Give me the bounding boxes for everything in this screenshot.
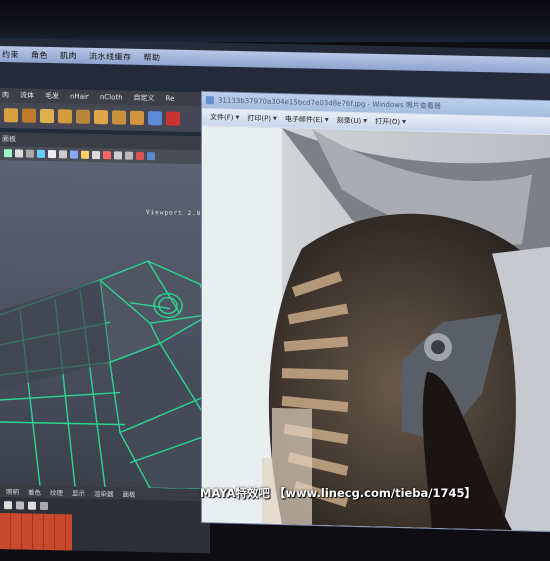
view-tool-icon[interactable]: [70, 150, 78, 159]
shelf-tool-icon[interactable]: [40, 108, 54, 124]
maya-shelf: [0, 102, 214, 133]
play-icon[interactable]: [4, 501, 12, 510]
viewer-menu-file-label: 文件(F): [210, 113, 234, 122]
shelf-tool-icon[interactable]: [148, 111, 162, 126]
maya-menubar: 约束 角色 肌肉 流水线缓存 帮助: [0, 46, 550, 74]
panel-menu-texturing[interactable]: 纹理: [50, 487, 63, 497]
viewer-menu-print[interactable]: 打印(P) ▼: [247, 113, 277, 124]
shelf-tab-ncloth[interactable]: nCloth: [100, 93, 123, 101]
view-tool-icon[interactable]: [48, 150, 56, 159]
shelf-tab-custom[interactable]: 自定义: [134, 93, 155, 103]
view-tool-icon[interactable]: [136, 151, 144, 161]
shelf-tool-icon[interactable]: [4, 108, 18, 123]
view-tool-icon[interactable]: [37, 149, 45, 158]
menu-help[interactable]: 帮助: [144, 52, 161, 63]
chevron-down-icon: ▼: [363, 118, 368, 125]
chevron-down-icon: ▼: [402, 119, 406, 126]
panel-menu-panels[interactable]: 面板: [123, 489, 136, 499]
shelf-tool-icon[interactable]: [58, 109, 72, 124]
viewer-menu-burn-label: 刻录(U): [336, 116, 362, 126]
viewer-menu-burn[interactable]: 刻录(U) ▼: [337, 116, 367, 127]
chevron-down-icon: ▼: [273, 115, 277, 122]
view-tool-icon[interactable]: [4, 149, 12, 158]
panel-menu-lighting[interactable]: 照明: [6, 486, 19, 496]
photo-viewer-app-icon: [206, 96, 214, 105]
panel-menu-label[interactable]: 面板: [2, 134, 16, 144]
viewer-menu-email-label: 电子邮件(E): [284, 115, 323, 125]
forum-watermark: MAYA特效吧 【www.linecg.com/tieba/1745】: [200, 486, 477, 500]
panel-menu-show[interactable]: 显示: [72, 488, 85, 498]
view-tool-icon[interactable]: [15, 149, 23, 158]
view-tool-icon[interactable]: [147, 152, 155, 161]
chevron-down-icon: ▼: [324, 117, 329, 124]
monitor-bezel: [0, 0, 550, 42]
viewer-menu-file[interactable]: 文件(F) ▼: [210, 112, 239, 123]
viewer-title-text: 31133b37970a304e15bcd7e03d8e76f.jpg - Wi…: [218, 96, 441, 111]
view-tool-icon[interactable]: [103, 151, 111, 160]
menu-pipeline-cache[interactable]: 流水线缓存: [89, 50, 132, 62]
shelf-tool-icon[interactable]: [166, 111, 180, 126]
menu-character[interactable]: 角色: [31, 49, 48, 60]
panel-menu-renderer[interactable]: 渲染器: [94, 488, 114, 498]
viewport-renderer-label: Viewport 2.0: [146, 209, 202, 218]
chevron-down-icon: ▼: [235, 114, 240, 121]
shelf-tab-fluids[interactable]: 流体: [20, 90, 34, 100]
viewer-menu-print-label: 打印(P): [247, 114, 272, 123]
shelf-tool-icon[interactable]: [22, 108, 36, 123]
panel-menu-shading[interactable]: 着色: [28, 487, 41, 497]
shelf-tab-fur[interactable]: 毛发: [45, 91, 59, 101]
menu-constrain[interactable]: 约束: [2, 49, 19, 60]
maya-viewport[interactable]: Viewport 2.0: [0, 160, 210, 490]
shelf-tab-meat[interactable]: 肉: [2, 90, 9, 100]
viewer-menu-open-label: 打开(O): [375, 117, 401, 127]
shelf-tab-re[interactable]: Re: [166, 94, 175, 102]
shelf-tool-icon[interactable]: [112, 110, 126, 125]
view-tool-icon[interactable]: [114, 151, 122, 160]
maya-timeline: 照明 着色 纹理 显示 渲染器 面板: [0, 485, 216, 554]
shelf-tool-icon[interactable]: [130, 110, 144, 126]
viewer-photo[interactable]: [202, 126, 550, 532]
shelf-tool-icon[interactable]: [76, 109, 90, 124]
view-tool-icon[interactable]: [26, 149, 34, 158]
view-tool-icon[interactable]: [59, 150, 67, 159]
loop-icon[interactable]: [40, 501, 48, 511]
time-slider[interactable]: [0, 513, 72, 551]
photo-viewer-window: 31133b37970a304e15bcd7e03d8e76f.jpg - Wi…: [202, 92, 550, 532]
key-icon[interactable]: [28, 501, 36, 510]
view-tool-icon[interactable]: [125, 151, 133, 160]
shelf-tool-icon[interactable]: [94, 109, 108, 125]
step-icon[interactable]: [16, 501, 24, 510]
view-tool-icon[interactable]: [81, 150, 89, 159]
view-tool-icon[interactable]: [92, 150, 100, 160]
viewer-menu-open[interactable]: 打开(O) ▼: [375, 117, 406, 128]
mechanical-part-photo: [202, 126, 550, 532]
shelf-tab-nhair[interactable]: nHair: [70, 92, 89, 100]
menu-muscle[interactable]: 肌肉: [60, 50, 77, 61]
viewer-menu-email[interactable]: 电子邮件(E) ▼: [285, 114, 329, 125]
